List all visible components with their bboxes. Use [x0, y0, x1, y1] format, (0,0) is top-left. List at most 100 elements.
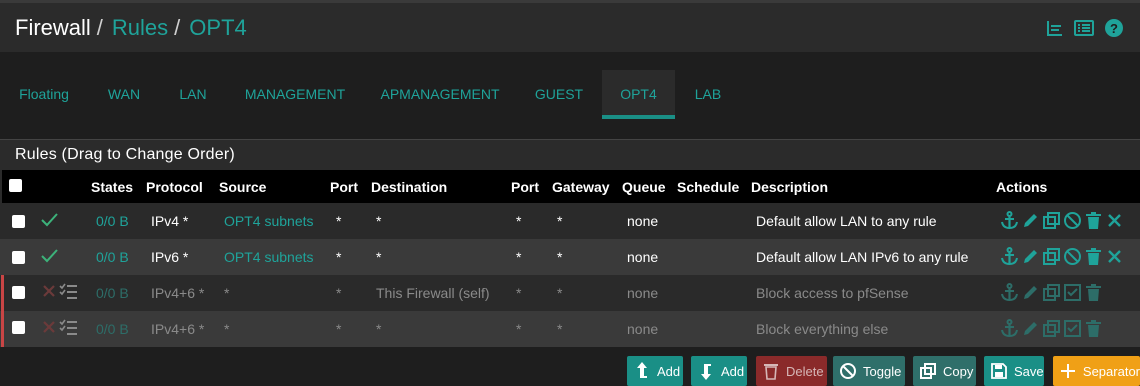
- top-icons: ?: [1046, 18, 1124, 38]
- trash-icon[interactable]: [1084, 283, 1103, 302]
- tab-guest[interactable]: GUEST: [528, 70, 590, 118]
- trash-icon[interactable]: [1084, 319, 1103, 338]
- block-icon[interactable]: [42, 320, 56, 334]
- destination-value: *: [376, 249, 382, 265]
- row-checkbox[interactable]: [12, 321, 25, 334]
- protocol-value: IPv4 *: [151, 213, 189, 229]
- row-checkbox[interactable]: [12, 251, 25, 264]
- ban-icon: [833, 362, 863, 380]
- disable-icon[interactable]: [1063, 247, 1082, 266]
- tab-opt4[interactable]: OPT4: [602, 70, 675, 119]
- states-value[interactable]: 0/0 B: [96, 213, 129, 229]
- gateway-value: *: [557, 213, 563, 229]
- list-check-icon[interactable]: [59, 283, 78, 300]
- anchor-icon[interactable]: [1000, 211, 1019, 230]
- check-icon[interactable]: [41, 248, 58, 264]
- panel-title: Rules (Drag to Change Order): [15, 146, 235, 163]
- add-top-button[interactable]: Add: [627, 356, 683, 386]
- check-icon[interactable]: [41, 212, 58, 228]
- edit-icon[interactable]: [1021, 247, 1040, 266]
- tab-management[interactable]: MANAGEMENT: [236, 70, 354, 118]
- row-checkbox[interactable]: [12, 286, 25, 299]
- states-value[interactable]: 0/0 B: [96, 285, 129, 301]
- disable-icon[interactable]: [1063, 211, 1082, 230]
- action-buttons: Add Add Delete Toggle Copy Save Separato…: [0, 356, 1140, 386]
- header-source[interactable]: Source: [219, 179, 266, 195]
- table-row[interactable]: 0/0 B IPv4+6 * * * * * * none Block ever…: [0, 311, 1140, 347]
- header-gateway[interactable]: Gateway: [552, 179, 610, 195]
- header-states[interactable]: States: [91, 179, 133, 195]
- header-protocol[interactable]: Protocol: [146, 179, 203, 195]
- copy-label: Copy: [943, 363, 974, 379]
- table-row[interactable]: 0/0 B IPv4 * OPT4 subnets * * * * none D…: [0, 203, 1140, 239]
- states-value[interactable]: 0/0 B: [96, 321, 129, 337]
- breadcrumb-separator: /: [96, 15, 103, 40]
- trash-icon[interactable]: [1084, 211, 1103, 230]
- description-value: Block access to pfSense: [756, 285, 909, 301]
- tab-apmanagement[interactable]: APMANAGEMENT: [372, 70, 508, 118]
- protocol-value: IPv4+6 *: [151, 321, 205, 337]
- copy-icon[interactable]: [1042, 283, 1061, 302]
- edit-icon[interactable]: [1021, 211, 1040, 230]
- toggle-button[interactable]: Toggle: [833, 356, 905, 386]
- header-port[interactable]: Port: [511, 179, 539, 195]
- anchor-icon[interactable]: [1000, 319, 1019, 338]
- breadcrumb-rules[interactable]: Rules: [112, 15, 168, 41]
- interface-tabs: Floating WAN LAN MANAGEMENT APMANAGEMENT…: [0, 70, 1140, 120]
- delete-button[interactable]: Delete: [756, 356, 827, 386]
- copy-icon[interactable]: [1042, 211, 1061, 230]
- queue-value: none: [627, 285, 659, 301]
- edit-icon[interactable]: [1021, 319, 1040, 338]
- anchor-icon[interactable]: [1000, 247, 1019, 266]
- port-value: *: [336, 213, 342, 229]
- header-description[interactable]: Description: [751, 179, 828, 195]
- source-value[interactable]: OPT4 subnets: [224, 249, 314, 265]
- delete-x-icon[interactable]: [1105, 211, 1124, 230]
- delete-x-icon[interactable]: [1105, 247, 1124, 266]
- list-check-icon[interactable]: [59, 319, 78, 336]
- toggle-label: Toggle: [863, 363, 902, 379]
- enable-icon[interactable]: [1063, 283, 1082, 302]
- breadcrumb: Firewall / Rules / OPT4: [15, 15, 247, 41]
- table-row[interactable]: 0/0 B IPv6 * OPT4 subnets * * * * none D…: [0, 239, 1140, 275]
- description-value: Block everything else: [756, 321, 889, 337]
- copy-button[interactable]: Copy: [913, 356, 976, 386]
- disabled-marker: [1, 311, 4, 347]
- header-schedule[interactable]: Schedule: [677, 179, 739, 195]
- separator-button[interactable]: Separator: [1053, 356, 1140, 386]
- breadcrumb-opt4: OPT4: [189, 15, 247, 40]
- help-icon[interactable]: ?: [1104, 18, 1124, 38]
- header-port[interactable]: Port: [330, 179, 358, 195]
- queue-value: none: [627, 321, 659, 337]
- states-value[interactable]: 0/0 B: [96, 249, 129, 265]
- header-queue[interactable]: Queue: [622, 179, 666, 195]
- add-bottom-button[interactable]: Add: [691, 356, 747, 386]
- table-row[interactable]: 0/0 B IPv4+6 * * * This Firewall (self) …: [0, 275, 1140, 311]
- gateway-value: *: [557, 285, 563, 301]
- tab-floating[interactable]: Floating: [8, 70, 80, 118]
- enable-icon[interactable]: [1063, 319, 1082, 338]
- save-icon: [984, 363, 1014, 379]
- copy-icon[interactable]: [1042, 247, 1061, 266]
- plus-icon: [1053, 363, 1083, 379]
- source-value[interactable]: OPT4 subnets: [224, 213, 314, 229]
- trash-icon[interactable]: [1084, 247, 1103, 266]
- tab-lan[interactable]: LAN: [170, 70, 216, 118]
- source-value: *: [224, 321, 230, 337]
- row-actions: [1000, 319, 1103, 338]
- save-button[interactable]: Save: [984, 356, 1044, 386]
- list-icon[interactable]: [1074, 19, 1094, 37]
- rules-panel: Rules (Drag to Change Order) States Prot…: [0, 139, 1140, 347]
- chart-icon[interactable]: [1046, 19, 1064, 37]
- edit-icon[interactable]: [1021, 283, 1040, 302]
- tab-wan[interactable]: WAN: [98, 70, 150, 118]
- select-all-checkbox[interactable]: [9, 179, 22, 192]
- add-bottom-label: Add: [721, 363, 745, 379]
- copy-icon[interactable]: [1042, 319, 1061, 338]
- block-icon[interactable]: [42, 284, 56, 298]
- tab-lab[interactable]: LAB: [688, 70, 728, 118]
- row-checkbox[interactable]: [12, 215, 25, 228]
- header-destination[interactable]: Destination: [371, 179, 447, 195]
- anchor-icon[interactable]: [1000, 283, 1019, 302]
- breadcrumb-firewall[interactable]: Firewall: [15, 15, 91, 41]
